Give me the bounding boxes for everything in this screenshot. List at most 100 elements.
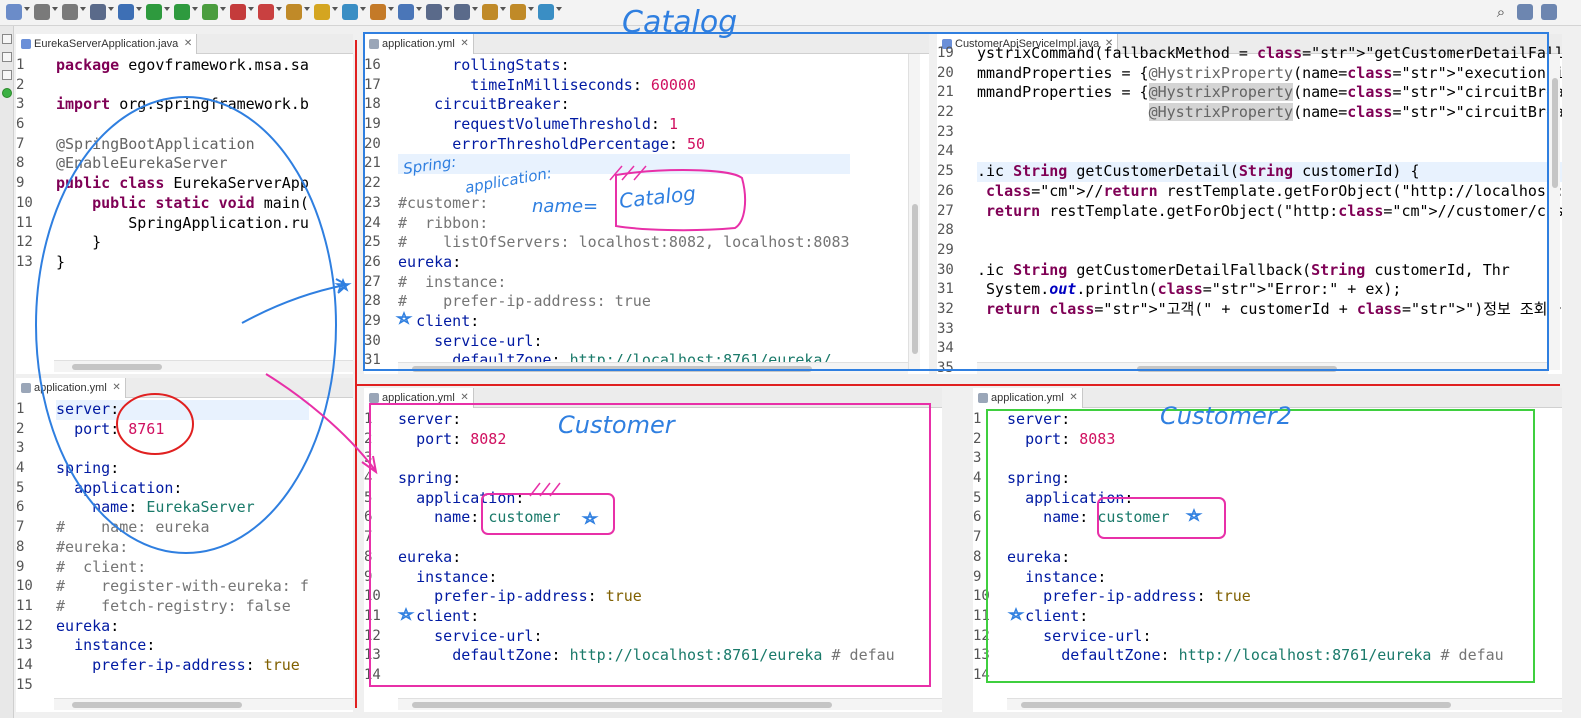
code-line[interactable]: .ic String getCustomerDetail(String cust… [977, 162, 1562, 182]
dropdown-caret-icon[interactable] [528, 7, 534, 11]
code-line[interactable]: return restTemplate.getForObject("http:c… [977, 202, 1562, 222]
code-line[interactable]: return class="str">"고객(" + customerId + … [977, 300, 1562, 320]
code-line[interactable]: application: [398, 489, 895, 509]
code-line[interactable]: #eureka: [56, 538, 309, 558]
restore-icon[interactable] [2, 34, 12, 44]
tab-application-yml[interactable]: application.yml ✕ [973, 388, 1083, 408]
code-line[interactable]: name: EurekaServer [56, 498, 309, 518]
code-line[interactable]: @SpringBootApplication [56, 135, 309, 155]
code-line[interactable]: prefer-ip-address: true [56, 656, 309, 676]
code-area[interactable]: rollingStats: timeInMilliseconds: 60000 … [398, 56, 850, 371]
close-icon[interactable]: ✕ [460, 388, 468, 408]
code-line[interactable]: System.out.println(class="str">"Error:" … [977, 280, 1562, 300]
dropdown-caret-icon[interactable] [248, 7, 254, 11]
package-explorer-icon[interactable] [2, 52, 12, 62]
code-line[interactable]: ​ [1007, 666, 1504, 686]
vertical-scrollbar[interactable] [1548, 54, 1560, 370]
code-line[interactable]: circuitBreaker: [398, 95, 850, 115]
code-line[interactable]: .ic String getCustomerDetailFallback(Str… [977, 261, 1562, 281]
code-line[interactable]: # fetch-registry: false [56, 597, 309, 617]
dropdown-caret-icon[interactable] [276, 7, 282, 11]
dropdown-caret-icon[interactable] [500, 7, 506, 11]
code-line[interactable]: @HystrixProperty(name=class="str">"circu… [977, 103, 1562, 123]
editor-catalog-application-yml[interactable]: application.yml ✕ 16 17 18 19 20 21 22 23 24 25 26… [364, 34, 929, 374]
code-area[interactable]: server: port: 8082​spring: application: … [398, 410, 895, 686]
code-line[interactable]: ​ [977, 221, 1562, 241]
code-line[interactable]: defaultZone: http://localhost:8761/eurek… [398, 646, 895, 666]
code-line[interactable]: mmandProperties = {@HystrixProperty(name… [977, 83, 1562, 103]
open-type-icon[interactable] [370, 4, 386, 20]
code-line[interactable]: application: [56, 479, 309, 499]
code-line[interactable]: #customer: [398, 194, 850, 214]
code-line[interactable]: class="cm">//return restTemplate.getForO… [977, 182, 1562, 202]
code-line[interactable]: instance: [398, 568, 895, 588]
code-line[interactable]: spring: [1007, 469, 1504, 489]
code-line[interactable]: ​ [56, 439, 309, 459]
editor-customer1-application-yml[interactable]: application.yml ✕ 1 2 3 4 5 6 7 8 9 10 11 12 13 14 se… [364, 388, 942, 712]
dropdown-caret-icon[interactable] [220, 7, 226, 11]
code-line[interactable]: port: 8761 [56, 420, 309, 440]
code-line[interactable]: } [56, 253, 309, 273]
horizontal-scrollbar[interactable] [54, 698, 353, 710]
code-line[interactable]: public class EurekaServerApp [56, 174, 309, 194]
code-area[interactable]: server: port: 8083​spring: application: … [1007, 410, 1504, 686]
code-line[interactable]: eureka: [56, 617, 309, 637]
coverage-icon[interactable] [202, 4, 218, 20]
pin-editor-icon[interactable] [538, 4, 554, 20]
stop-icon[interactable] [230, 4, 246, 20]
code-line[interactable]: defaultZone: http://localhost:8761/eurek… [1007, 646, 1504, 666]
code-area[interactable]: ystrixCommand(fallbackMethod = class="st… [977, 44, 1562, 374]
code-line[interactable]: prefer-ip-address: true [1007, 587, 1504, 607]
new-package-icon[interactable] [314, 4, 330, 20]
tab-application-yml[interactable]: application.yml ✕ [364, 34, 474, 54]
code-line[interactable]: spring: [56, 459, 309, 479]
code-line[interactable]: errorThresholdPercentage: 50 [398, 135, 850, 155]
debug-icon[interactable] [146, 4, 162, 20]
close-icon[interactable]: ✕ [1069, 388, 1077, 408]
code-line[interactable]: # listOfServers: localhost:8082, localho… [398, 233, 850, 253]
code-line[interactable]: # name: eureka [56, 518, 309, 538]
code-line[interactable]: ​ [977, 123, 1562, 143]
dropdown-caret-icon[interactable] [416, 7, 422, 11]
code-line[interactable]: SpringApplication.ru [56, 214, 309, 234]
code-line[interactable]: timeInMilliseconds: 60000 [398, 76, 850, 96]
close-icon[interactable]: ✕ [112, 378, 120, 398]
code-line[interactable]: ​ [398, 449, 895, 469]
save-all-icon[interactable] [62, 4, 78, 20]
code-line[interactable]: ​ [56, 115, 309, 135]
code-line[interactable]: eureka: [398, 253, 850, 273]
code-line[interactable]: prefer-ip-address: true [398, 587, 895, 607]
horizontal-scrollbar[interactable] [54, 360, 353, 372]
dropdown-caret-icon[interactable] [304, 7, 310, 11]
code-line[interactable]: eureka: [398, 548, 895, 568]
spring-boot-dashboard-icon[interactable] [2, 88, 12, 98]
code-line[interactable]: server: [1007, 410, 1504, 430]
quick-access-search-icon[interactable]: ⌕ [1493, 4, 1509, 20]
code-line[interactable]: # register-with-eureka: f [56, 577, 309, 597]
code-line[interactable]: mmandProperties = {@HystrixProperty(name… [977, 64, 1562, 84]
tab-application-yml[interactable]: application.yml ✕ [364, 388, 474, 408]
code-line[interactable]: rollingStats: [398, 56, 850, 76]
new-icon[interactable] [6, 4, 22, 20]
window-icon[interactable] [118, 4, 134, 20]
dropdown-caret-icon[interactable] [444, 7, 450, 11]
code-line[interactable]: ​ [398, 174, 850, 194]
code-line[interactable]: name: customer [398, 508, 895, 528]
dropdown-caret-icon[interactable] [360, 7, 366, 11]
horizontal-scrollbar[interactable] [398, 362, 908, 374]
code-line[interactable]: spring: [398, 469, 895, 489]
code-area[interactable]: package egovframework.msa.sa​import org.… [56, 56, 309, 273]
code-line[interactable]: ​ [56, 76, 309, 96]
code-line[interactable]: ​ [1007, 449, 1504, 469]
code-line[interactable]: client: [1007, 607, 1504, 627]
horizontal-scrollbar[interactable] [1007, 698, 1562, 710]
code-line[interactable]: # ribbon: [398, 214, 850, 234]
code-line[interactable]: ​ [398, 154, 850, 175]
code-line[interactable]: port: 8083 [1007, 430, 1504, 450]
code-line[interactable]: service-url: [398, 627, 895, 647]
run-icon[interactable] [174, 4, 190, 20]
code-line[interactable]: ​ [398, 528, 895, 548]
code-line[interactable]: name: customer [1007, 508, 1504, 528]
code-line[interactable]: instance: [56, 636, 309, 656]
tab-application-yml[interactable]: application.yml ✕ [16, 378, 126, 398]
